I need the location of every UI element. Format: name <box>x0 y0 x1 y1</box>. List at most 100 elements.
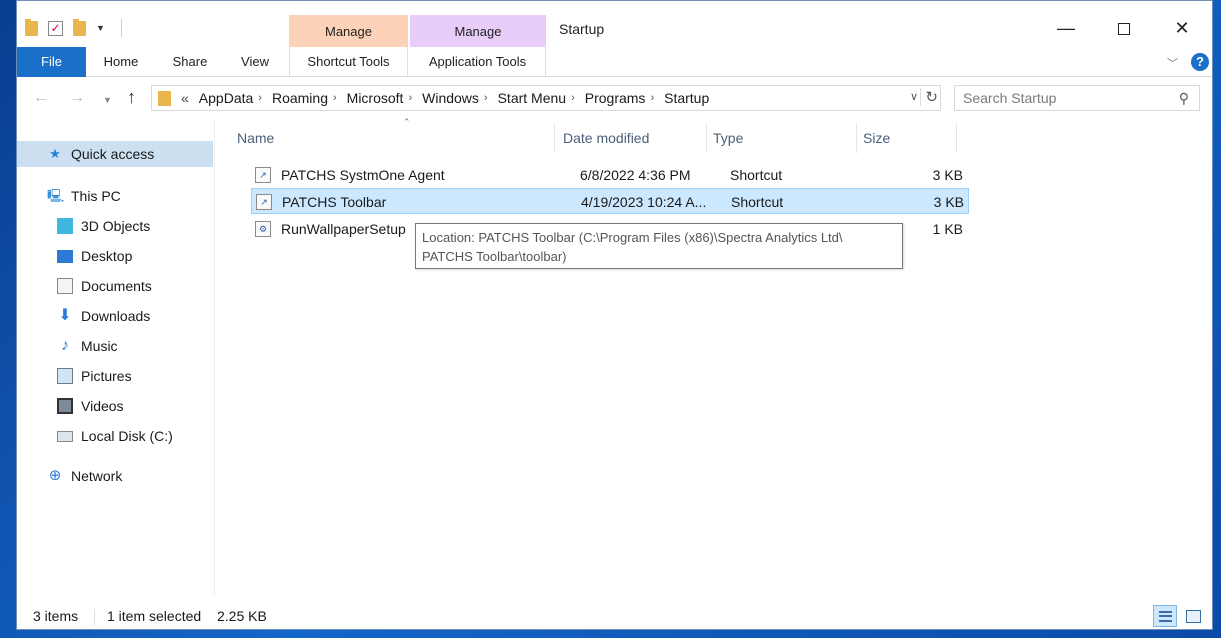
pictures-icon <box>57 368 73 384</box>
ribbon-tabs: File Home Share View Shortcut Tools Appl… <box>17 47 1212 77</box>
navigation-pane: ★ Quick access 🖳 This PC 3D Objects Desk… <box>17 119 215 595</box>
file-type: Shortcut <box>730 167 783 183</box>
breadcrumb-start-menu[interactable]: Start Menu <box>498 90 566 106</box>
nav-network[interactable]: ⊕ Network <box>17 463 213 489</box>
breadcrumb-startup[interactable]: Startup <box>664 90 709 106</box>
nav-label: Desktop <box>81 248 133 264</box>
nav-label: Documents <box>81 278 152 294</box>
search-input[interactable]: Search Startup ⚲ <box>954 85 1200 111</box>
location-tooltip: Location: PATCHS Toolbar (C:\Program Fil… <box>415 223 903 269</box>
qat-divider <box>120 19 122 37</box>
nav-label: Local Disk (C:) <box>81 428 173 444</box>
nav-label: Quick access <box>71 146 155 162</box>
close-button[interactable]: ✕ <box>1153 13 1211 45</box>
breadcrumb-windows[interactable]: Windows <box>422 90 479 106</box>
nav-pictures[interactable]: Pictures <box>17 363 213 389</box>
tab-home[interactable]: Home <box>92 47 150 77</box>
breadcrumb-arrow-icon[interactable]: › <box>650 92 654 104</box>
settings-file-icon: ⚙ <box>255 221 271 237</box>
nav-downloads[interactable]: ⬇ Downloads <box>17 303 213 329</box>
forward-button[interactable]: → <box>69 89 85 107</box>
column-header-type[interactable]: Type <box>707 123 857 153</box>
nav-documents[interactable]: Documents <box>17 273 213 299</box>
star-icon: ★ <box>49 146 61 161</box>
documents-icon <box>57 278 73 294</box>
nav-label: Downloads <box>81 308 151 324</box>
address-bar[interactable]: « AppData › Roaming › Microsoft › Windows › … <box>151 85 941 111</box>
customize-qat-icon[interactable]: ▼ <box>96 23 105 33</box>
selection-count: 1 item selected <box>107 608 202 624</box>
nav-videos[interactable]: Videos <box>17 393 213 419</box>
breadcrumb-arrow-icon[interactable]: › <box>258 92 262 104</box>
disk-icon <box>57 430 73 442</box>
cube-icon <box>57 218 73 234</box>
breadcrumb-arrow-icon[interactable]: › <box>571 92 575 104</box>
file-row-selected[interactable]: ↗ PATCHS Toolbar 4/19/2023 10:24 A... Sh… <box>251 188 969 214</box>
breadcrumb-roaming[interactable]: Roaming <box>272 90 328 106</box>
nav-desktop[interactable]: Desktop <box>17 243 213 269</box>
search-placeholder: Search Startup <box>963 90 1057 106</box>
refresh-icon[interactable]: ↻ <box>920 88 938 106</box>
nav-label: Music <box>81 338 118 354</box>
breadcrumb-arrow-icon[interactable]: › <box>484 92 488 104</box>
details-view-button[interactable] <box>1153 605 1177 627</box>
file-name: RunWallpaperSetup <box>281 221 406 237</box>
breadcrumb-overflow[interactable]: « <box>181 90 189 106</box>
manage-shortcut-group: Manage <box>289 15 408 47</box>
expand-ribbon-icon[interactable]: ﹀ <box>1167 55 1178 71</box>
large-icons-view-button[interactable] <box>1181 605 1205 627</box>
breadcrumb-arrow-icon[interactable]: › <box>408 92 412 104</box>
nav-3d-objects[interactable]: 3D Objects <box>17 213 213 239</box>
file-row[interactable]: ↗ PATCHS SystmOne Agent 6/8/2022 4:36 PM… <box>251 162 969 188</box>
breadcrumb-arrow-icon[interactable]: › <box>333 92 337 104</box>
nav-label: 3D Objects <box>81 218 151 234</box>
maximize-icon <box>1118 23 1130 36</box>
file-size: 1 KB <box>932 221 963 237</box>
music-icon: ♪ <box>61 337 69 354</box>
address-dropdown-icon[interactable]: ∨ <box>910 90 918 103</box>
up-button[interactable]: ↑ <box>127 87 136 108</box>
breadcrumb-appdata[interactable]: AppData <box>199 90 253 106</box>
breadcrumb-microsoft[interactable]: Microsoft <box>347 90 404 106</box>
tab-share[interactable]: Share <box>162 47 218 77</box>
column-header-size[interactable]: Size <box>857 123 957 153</box>
large-icons-view-icon <box>1186 610 1201 623</box>
nav-local-disk[interactable]: Local Disk (C:) <box>17 423 213 449</box>
title-bar: ✓ ▼ Manage Manage Startup — ✕ <box>17 1 1212 47</box>
file-date: 4/19/2023 10:24 A... <box>581 194 707 210</box>
quick-access-toolbar: ✓ ▼ <box>25 18 122 37</box>
tab-view[interactable]: View <box>228 47 282 77</box>
network-icon: ⊕ <box>48 467 62 484</box>
maximize-button[interactable] <box>1095 13 1153 45</box>
address-row: ← → ▼ ↑ « AppData › Roaming › Microsoft › W… <box>17 77 1212 119</box>
search-icon[interactable]: ⚲ <box>1179 86 1189 110</box>
help-icon[interactable]: ? <box>1191 53 1209 71</box>
tab-file[interactable]: File <box>17 47 86 77</box>
tab-shortcut-tools[interactable]: Shortcut Tools <box>289 47 408 77</box>
minimize-button[interactable]: — <box>1037 13 1095 45</box>
file-date: 6/8/2022 4:36 PM <box>580 167 691 183</box>
selection-size: 2.25 KB <box>217 608 267 624</box>
column-header-date[interactable]: Date modified <box>557 123 707 153</box>
explorer-window: ✓ ▼ Manage Manage Startup — ✕ File Home … <box>16 0 1213 630</box>
folder-icon[interactable] <box>25 18 38 36</box>
breadcrumb-programs[interactable]: Programs <box>585 90 646 106</box>
recent-locations-icon[interactable]: ▼ <box>103 95 112 105</box>
tooltip-line: Location: PATCHS Toolbar (C:\Program Fil… <box>422 230 843 245</box>
tooltip-line: PATCHS Toolbar\toolbar) <box>422 249 567 264</box>
nav-label: This PC <box>71 188 121 204</box>
tab-application-tools[interactable]: Application Tools <box>410 47 546 77</box>
back-button[interactable]: ← <box>33 89 49 107</box>
download-icon: ⬇ <box>58 307 72 324</box>
file-type: Shortcut <box>731 194 784 210</box>
nav-this-pc[interactable]: 🖳 This PC <box>17 183 213 209</box>
status-bar: 3 items 1 item selected 2.25 KB <box>17 603 1212 630</box>
properties-icon[interactable]: ✓ <box>48 20 63 36</box>
new-folder-icon[interactable] <box>73 18 86 36</box>
nav-label: Network <box>71 468 123 484</box>
column-header-name[interactable]: Name <box>231 123 555 153</box>
file-name: PATCHS SystmOne Agent <box>281 167 445 183</box>
nav-music[interactable]: ♪ Music <box>17 333 213 359</box>
nav-quick-access[interactable]: ★ Quick access <box>17 141 213 167</box>
desktop-icon <box>57 249 73 263</box>
